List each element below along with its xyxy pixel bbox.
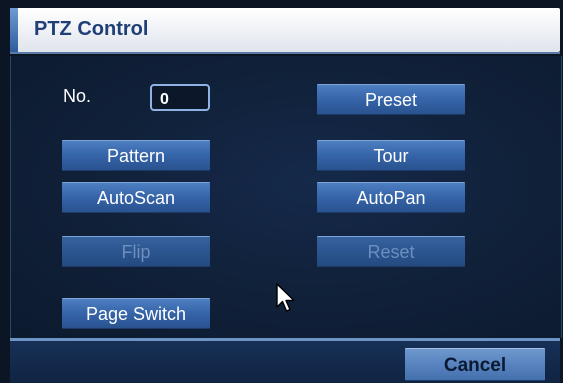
dialog-title: PTZ Control <box>34 18 149 40</box>
cancel-button[interactable]: Cancel <box>405 348 545 381</box>
pattern-button[interactable]: Pattern <box>62 140 210 171</box>
title-divider <box>10 52 560 54</box>
flip-button[interactable]: Flip <box>62 236 210 267</box>
title-accent <box>10 8 18 52</box>
number-input[interactable]: 0 <box>150 84 210 111</box>
page-switch-button[interactable]: Page Switch <box>62 298 210 329</box>
autopan-button[interactable]: AutoPan <box>317 182 465 213</box>
tour-button[interactable]: Tour <box>317 140 465 171</box>
number-label: No. <box>63 86 92 106</box>
autoscan-button[interactable]: AutoScan <box>62 182 210 213</box>
mouse-pointer-icon <box>276 283 295 312</box>
ptz-control-dialog: PTZ Control No. 0 Preset Pattern Tour Au… <box>0 0 563 383</box>
preset-button[interactable]: Preset <box>317 84 465 115</box>
reset-button[interactable]: Reset <box>317 236 465 267</box>
